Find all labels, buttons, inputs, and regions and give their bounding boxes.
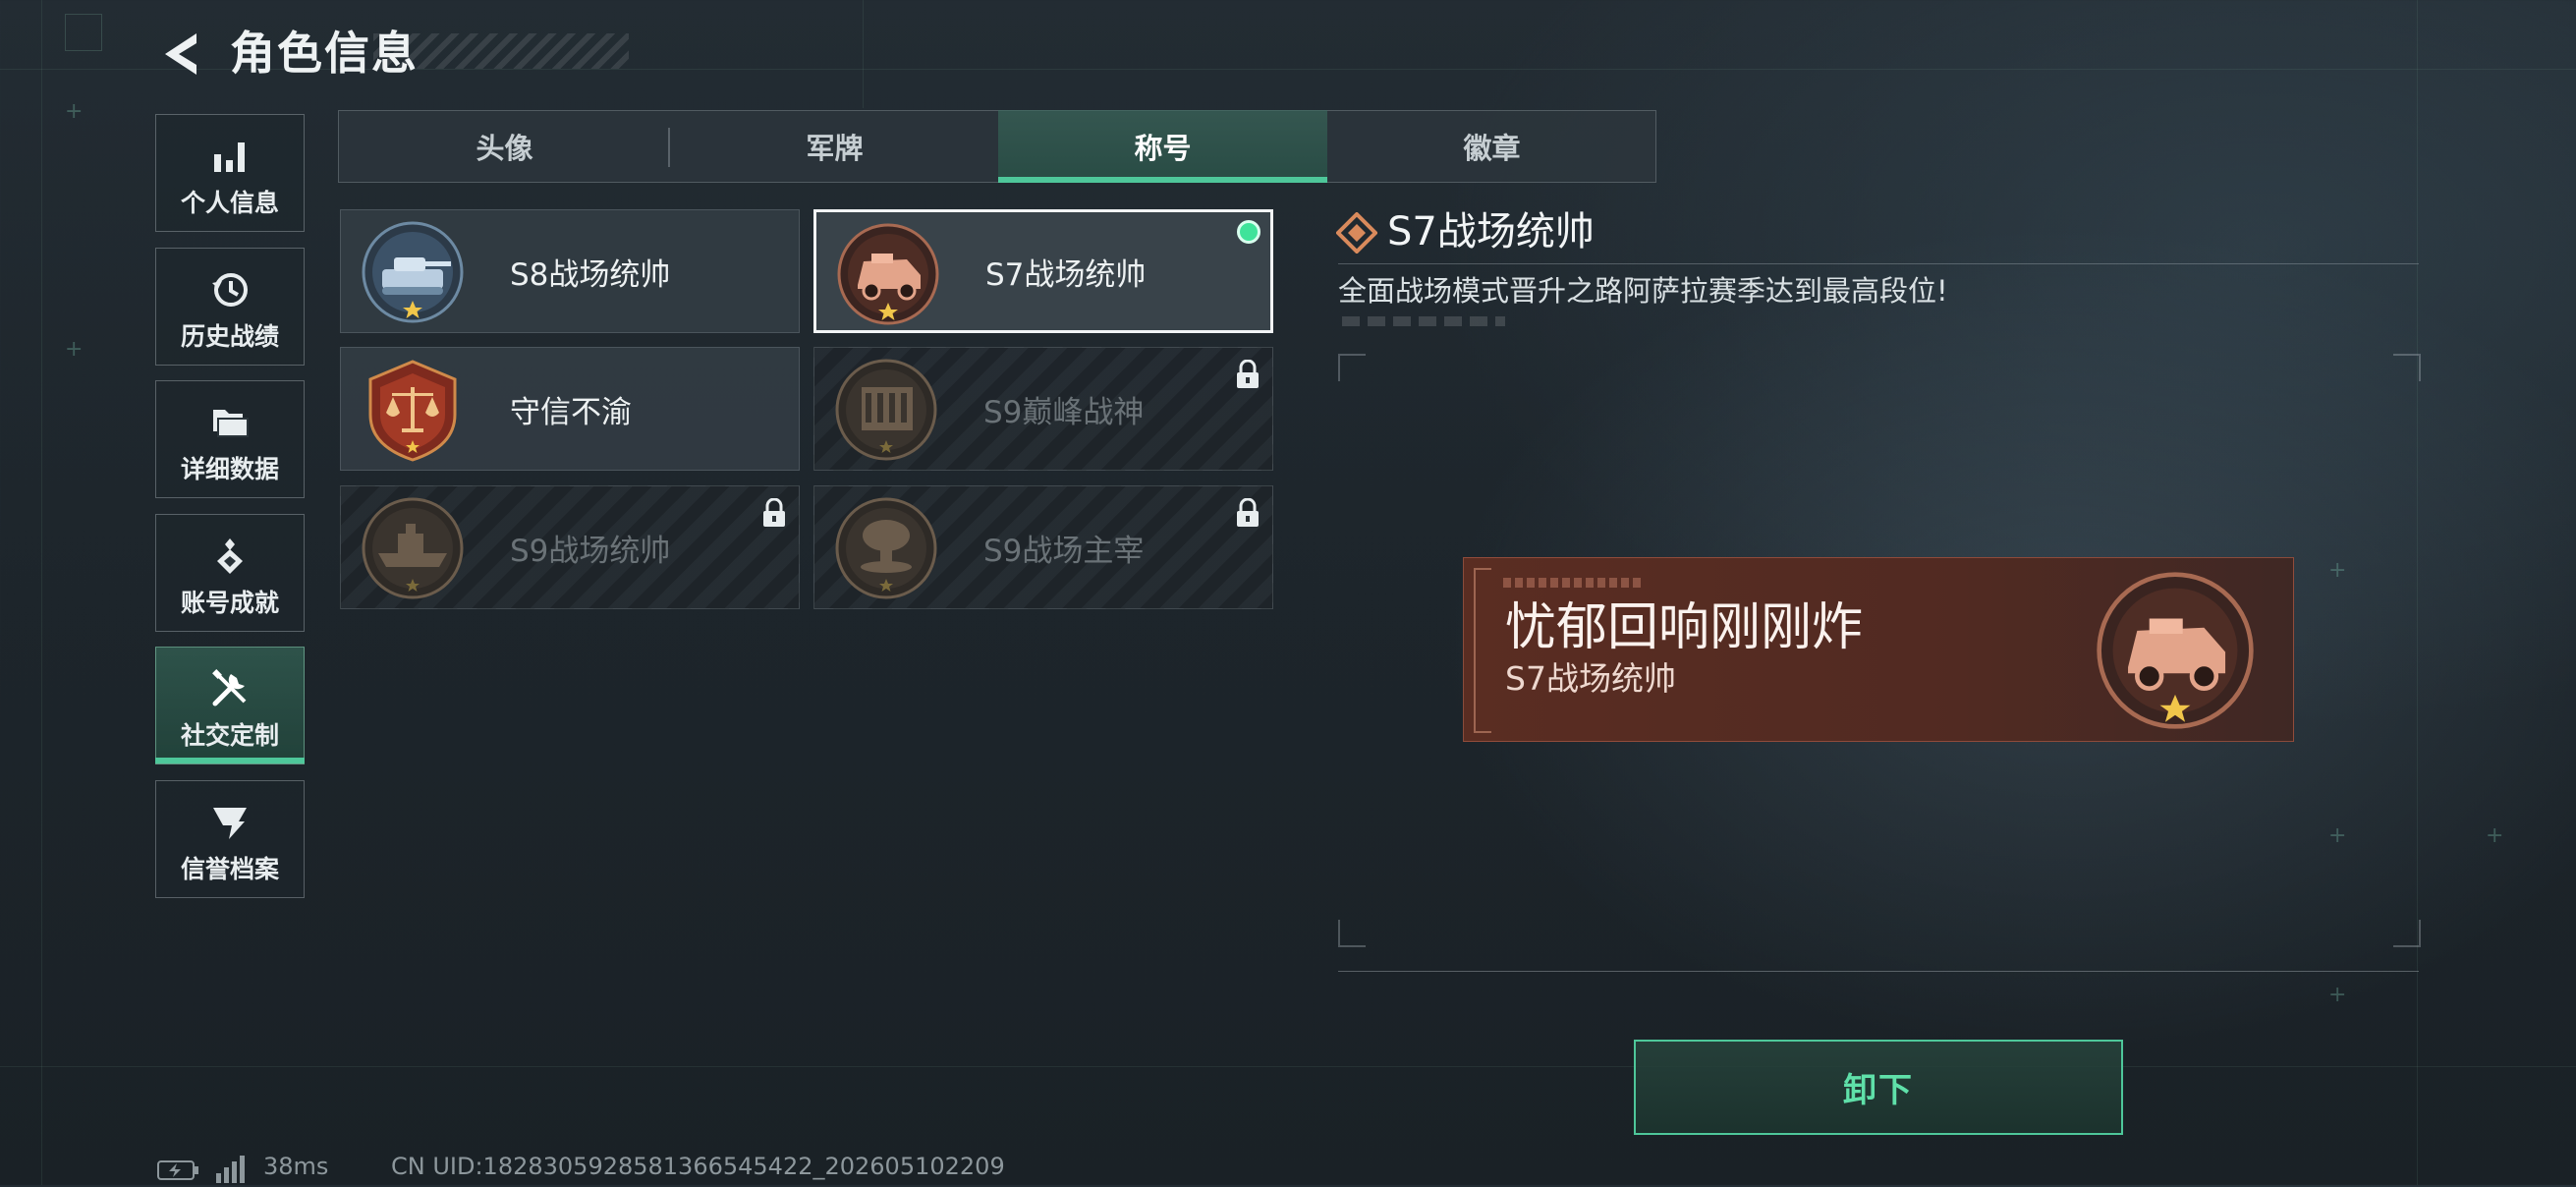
title-name: S9战场统帅 (510, 533, 671, 569)
reputation-icon (208, 801, 252, 844)
sidebar-item-achievements[interactable]: 账号成就 (155, 514, 305, 632)
sidebar-item-label: 社交定制 (180, 721, 279, 750)
warship-medal-icon (361, 496, 465, 600)
signal-icon (214, 1156, 250, 1183)
bg-cross-mark: + (65, 99, 84, 124)
equipped-indicator (1237, 220, 1260, 244)
bg-cross-mark: + (2328, 823, 2347, 848)
detail-subtext-decoration (1342, 316, 1505, 326)
title-card-locked[interactable]: S9战场统帅 (340, 485, 800, 609)
title-diamond-icon (1335, 211, 1378, 254)
frame-corner (1338, 920, 1366, 947)
bg-grid-line (41, 0, 42, 1185)
title-card[interactable]: 守信不渝 (340, 347, 800, 471)
lock-icon (1235, 359, 1260, 389)
preview-player-name: 忧郁回响刚刚炸 (1505, 598, 1864, 657)
title-card[interactable]: S8战场统帅 (340, 209, 800, 333)
fortress-medal-icon (834, 358, 938, 462)
back-arrow-icon[interactable] (157, 29, 206, 79)
title-card-selected[interactable]: S7战场统帅 (813, 209, 1273, 333)
preview-title: S7战场统帅 (1505, 659, 1676, 698)
bg-grid-line (2417, 0, 2418, 1185)
detail-description: 全面战场模式晋升之路阿萨拉赛季达到最高段位! (1338, 274, 1948, 308)
frame-corner (1338, 354, 1366, 381)
bg-cross-mark: + (2328, 983, 2347, 1007)
lock-icon (1235, 497, 1260, 528)
title-name: 守信不渝 (510, 394, 632, 430)
lock-icon (761, 497, 787, 528)
divider (1338, 971, 2419, 972)
sidebar-item-label: 历史战绩 (180, 322, 279, 351)
sidebar-item-label: 信誉档案 (180, 855, 279, 883)
unequip-button[interactable]: 卸下 (1634, 1040, 2123, 1135)
title-preview-banner: 忧郁回响刚刚炸 S7战场统帅 (1463, 557, 2294, 742)
battery-icon (157, 1159, 200, 1181)
title-name: S8战场统帅 (510, 256, 671, 293)
sidebar-active-indicator (155, 758, 305, 763)
frame-corner (2393, 354, 2421, 381)
bg-cross-mark: + (65, 337, 84, 362)
title-name: S9战场主宰 (983, 533, 1145, 569)
title-card-locked[interactable]: S9战场主宰 (813, 485, 1273, 609)
sidebar-item-personal-info[interactable]: 个人信息 (155, 114, 305, 232)
armored-car-medal-icon (836, 222, 940, 326)
tools-icon (208, 667, 252, 710)
explosion-medal-icon (834, 496, 938, 600)
bg-square-mark (65, 14, 102, 51)
banner-code-decoration (1503, 578, 1641, 588)
title-name: S9巅峰战神 (983, 394, 1145, 430)
bar-chart-icon (208, 135, 252, 178)
bg-cross-mark: + (2486, 823, 2504, 848)
sidebar-item-reputation[interactable]: 信誉档案 (155, 780, 305, 898)
tab-avatar[interactable]: 头像 (340, 110, 669, 183)
tab-dog-tag[interactable]: 军牌 (670, 110, 999, 183)
title-card-locked[interactable]: S9巅峰战神 (813, 347, 1273, 471)
tab-title[interactable]: 称号 (998, 110, 1327, 183)
sidebar-item-label: 个人信息 (180, 189, 279, 217)
banner-bracket (1474, 568, 1491, 733)
history-icon (208, 268, 252, 311)
user-uid: CN UID:1828305928581366545422_2026051022… (391, 1153, 1005, 1180)
sidebar-item-label: 账号成就 (180, 589, 279, 617)
ping-value: 38ms (263, 1153, 329, 1180)
bg-grid-line (0, 1066, 2576, 1067)
achievement-icon (208, 535, 252, 578)
title-decoration (373, 33, 629, 69)
folder-icon (208, 401, 252, 444)
tank-medal-icon (361, 220, 465, 324)
sidebar-item-detailed-data[interactable]: 详细数据 (155, 380, 305, 498)
divider (1338, 263, 2419, 264)
title-name: S7战场统帅 (985, 256, 1147, 293)
detail-title: S7战场统帅 (1387, 209, 1595, 254)
bg-grid-line (863, 0, 864, 108)
tab-badge[interactable]: 徽章 (1327, 110, 1656, 183)
sidebar-item-social-custom[interactable]: 社交定制 (155, 647, 305, 764)
bg-cross-mark: + (2328, 558, 2347, 583)
sidebar-item-history[interactable]: 历史战绩 (155, 248, 305, 366)
frame-corner (2393, 920, 2421, 947)
scales-medal-icon (361, 358, 465, 462)
armored-car-medal-icon (2095, 570, 2256, 731)
tab-active-indicator (998, 177, 1327, 183)
sidebar-item-label: 详细数据 (180, 455, 279, 483)
